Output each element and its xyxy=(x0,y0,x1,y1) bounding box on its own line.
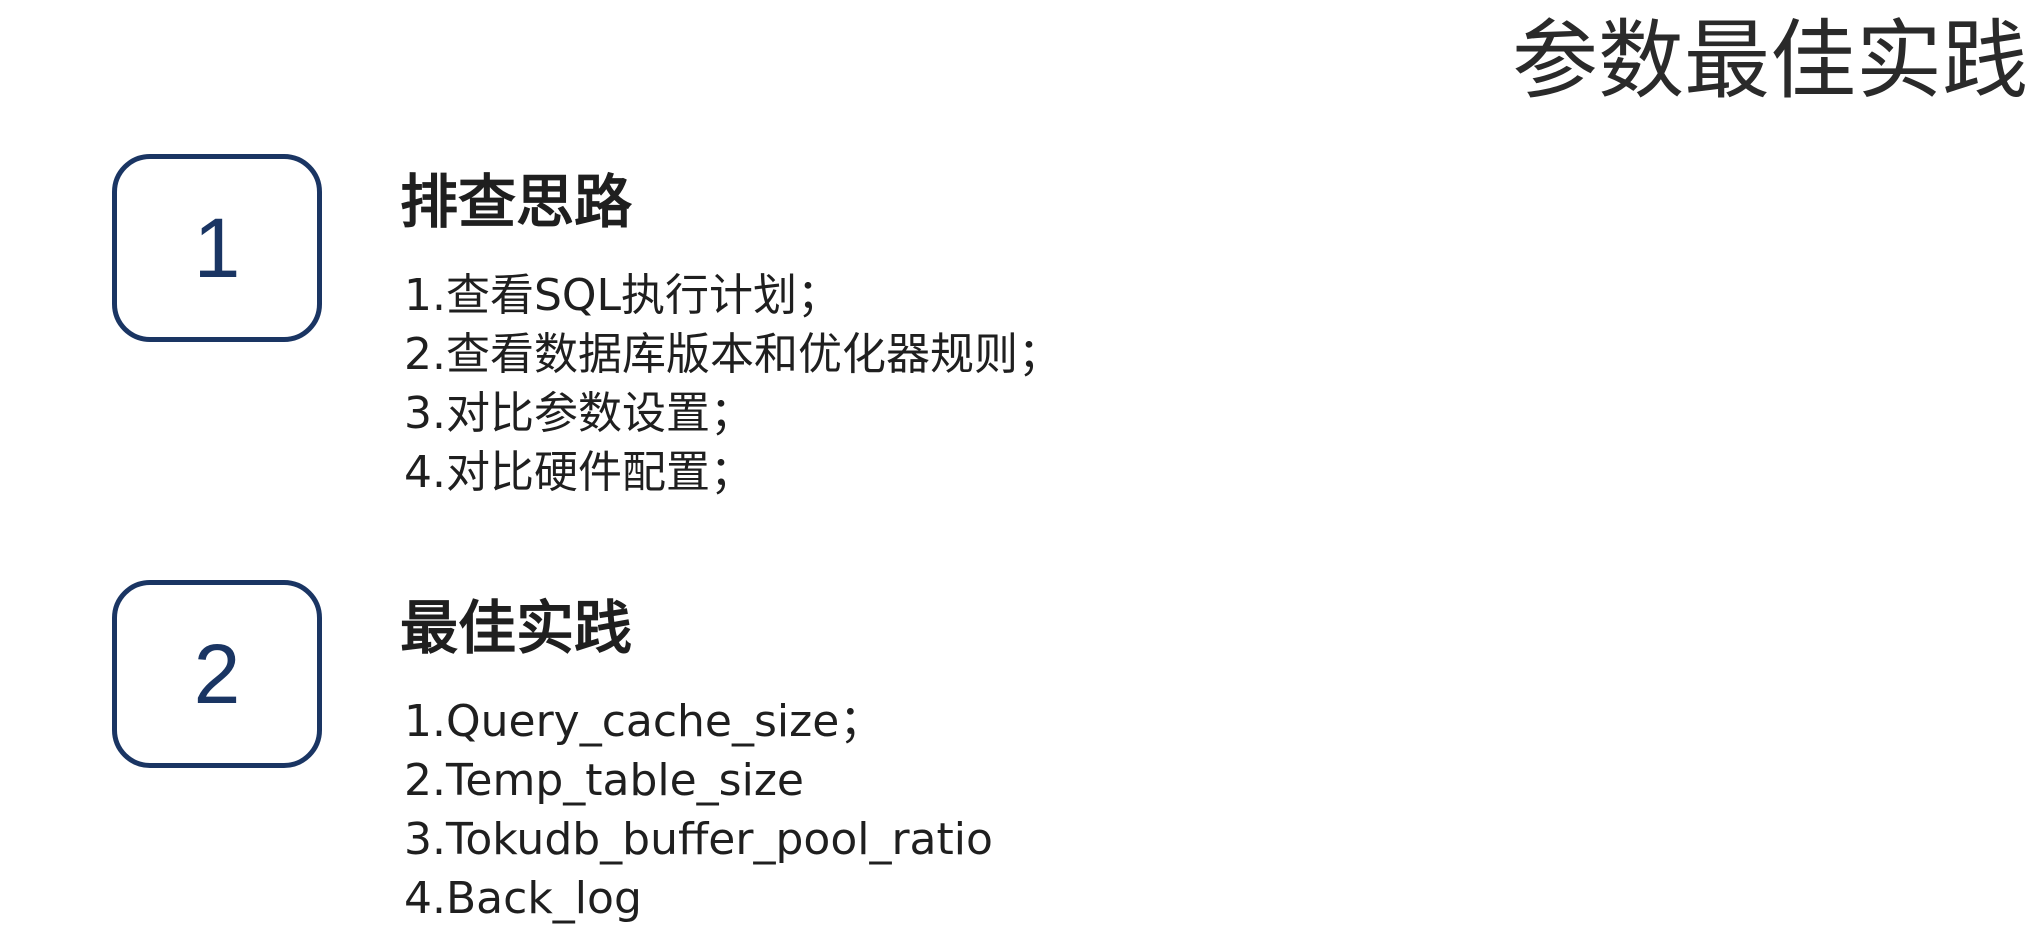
list-item: 4.Back_log xyxy=(404,873,642,924)
section-number-box: 1 xyxy=(112,154,322,342)
page-title: 参数最佳实践 xyxy=(1512,11,2028,111)
list-item: 3.Tokudb_buffer_pool_ratio xyxy=(404,814,993,865)
section-heading: 最佳实践 xyxy=(400,594,633,662)
slide: 参数最佳实践 1 排查思路 1.查看SQL执行计划； 2.查看数据库版本和优化器… xyxy=(0,0,2028,924)
section-heading: 排查思路 xyxy=(400,168,633,236)
list-item: 4.对比硬件配置； xyxy=(404,447,754,498)
section-item-list: 1.查看SQL执行计划； 2.查看数据库版本和优化器规则； 3.对比参数设置； … xyxy=(404,266,1062,502)
section-number: 1 xyxy=(193,200,241,295)
list-item: 3.对比参数设置； xyxy=(404,388,754,439)
section-item-list: 1.Query_cache_size； 2.Temp_table_size 3.… xyxy=(404,692,993,928)
section-number: 2 xyxy=(193,626,241,721)
list-item: 2.Temp_table_size xyxy=(404,755,804,806)
list-item: 2.查看数据库版本和优化器规则； xyxy=(404,329,1062,380)
section-number-box: 2 xyxy=(112,580,322,768)
list-item: 1.Query_cache_size； xyxy=(404,696,884,747)
list-item: 1.查看SQL执行计划； xyxy=(404,270,842,321)
